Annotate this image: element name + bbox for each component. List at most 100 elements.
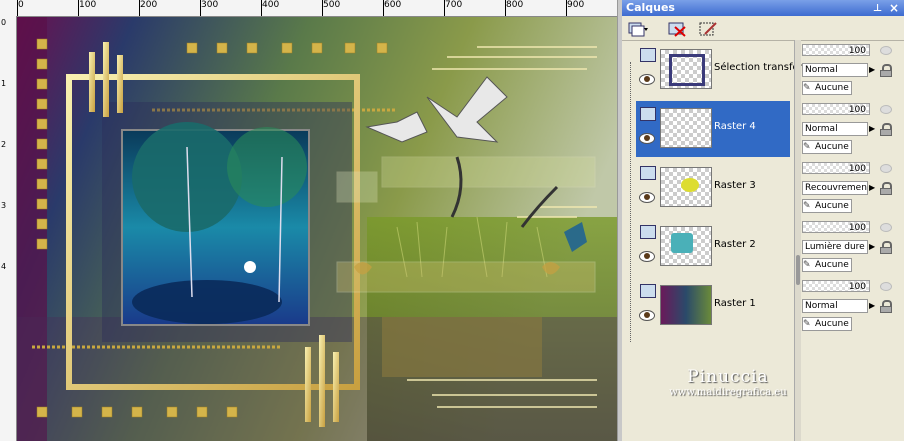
- panel-title: Calques: [626, 1, 675, 14]
- ruler-top: 0 100 200 300 400 500 600 700 800 900: [0, 0, 617, 17]
- layer-type-icon: [640, 166, 656, 180]
- opacity-field[interactable]: 100: [802, 162, 870, 174]
- ruler-label: 700: [445, 0, 463, 10]
- opacity-field[interactable]: 100: [802, 103, 870, 115]
- opacity-field[interactable]: 100: [802, 280, 870, 292]
- ruler-label: 500: [323, 0, 341, 10]
- eye-icon[interactable]: [639, 192, 655, 203]
- layer-type-icon: [640, 48, 656, 62]
- mask-icon: ✎: [803, 319, 811, 329]
- ruler-tick: [505, 0, 506, 16]
- ruler-label: 0: [18, 0, 24, 10]
- artwork: [17, 17, 617, 441]
- visibility-toggle-icon[interactable]: [880, 164, 892, 173]
- layer-thumbnail: [660, 49, 712, 89]
- opacity-field[interactable]: 100: [802, 44, 870, 56]
- ruler-tick: [17, 0, 18, 16]
- ruler-label: 800: [506, 0, 524, 10]
- layer-name: Raster 2: [714, 239, 756, 250]
- lock-icon[interactable]: [880, 64, 892, 77]
- eye-icon[interactable]: [639, 251, 655, 262]
- ruler-tick: [566, 0, 567, 16]
- ruler-tick: [139, 0, 140, 16]
- blend-mode-select[interactable]: Normal: [802, 122, 868, 136]
- blend-mode-select[interactable]: Normal: [802, 299, 868, 313]
- layer-row[interactable]: Sélection transform: [636, 42, 812, 98]
- new-layer-button[interactable]: [626, 19, 650, 39]
- layer-tree-line: [630, 62, 632, 342]
- ruler-label: 400: [262, 0, 280, 10]
- layer-properties: 100 Normal ▶ ✎ Aucune 100 Normal ▶ ✎ Aucun…: [800, 42, 904, 441]
- blend-mode-select[interactable]: Recouvrement: [802, 181, 868, 195]
- eye-icon[interactable]: [639, 133, 655, 144]
- layer-type-icon: [640, 225, 656, 239]
- lock-icon[interactable]: [880, 123, 892, 136]
- layer-row[interactable]: Raster 3: [636, 160, 790, 216]
- panel-title-bar[interactable]: Calques ⊥ ×: [622, 0, 904, 16]
- layer-props-row: 100 Recouvrement ▶ ✎ Aucune: [800, 160, 904, 216]
- eye-icon[interactable]: [639, 310, 655, 321]
- ruler-label: 4: [1, 262, 7, 271]
- mask-label: Aucune: [815, 83, 849, 93]
- mask-field[interactable]: ✎ Aucune: [802, 81, 852, 95]
- blend-mode-select[interactable]: Lumière dure: [802, 240, 868, 254]
- ruler-tick: [444, 0, 445, 16]
- mask-icon: ✎: [803, 260, 811, 270]
- visibility-toggle-icon[interactable]: [880, 105, 892, 114]
- mask-field[interactable]: ✎ Aucune: [802, 317, 852, 331]
- delete-layer-button[interactable]: [666, 19, 690, 39]
- ruler-label: 0: [1, 18, 7, 27]
- mask-field[interactable]: ✎ Aucune: [802, 140, 852, 154]
- layer-row[interactable]: Raster 4: [636, 101, 790, 157]
- pin-icon[interactable]: ⊥: [873, 1, 882, 17]
- blend-mode-select[interactable]: Normal: [802, 63, 868, 77]
- ruler-label: 200: [140, 0, 158, 10]
- layer-props-row: 100 Normal ▶ ✎ Aucune: [800, 278, 904, 334]
- visibility-toggle-icon[interactable]: [880, 46, 892, 55]
- mask-field[interactable]: ✎ Aucune: [802, 199, 852, 213]
- layer-type-icon: [640, 284, 656, 298]
- mask-field[interactable]: ✎ Aucune: [802, 258, 852, 272]
- ruler-tick: [261, 0, 262, 16]
- layer-name: Raster 1: [714, 298, 756, 309]
- new-layer-icon: [628, 22, 648, 37]
- layer-props-row: 100 Lumière dure ▶ ✎ Aucune: [800, 219, 904, 275]
- watermark-name: Pinuccia: [687, 367, 769, 387]
- watermark: Pinuccia www.maidiregrafica.eu: [648, 367, 808, 398]
- mask-icon: ✎: [803, 201, 811, 211]
- watermark-url: www.maidiregrafica.eu: [669, 387, 787, 398]
- lock-icon[interactable]: [880, 182, 892, 195]
- close-icon[interactable]: ×: [889, 0, 899, 16]
- lock-icon[interactable]: [880, 241, 892, 254]
- edit-mask-icon: [699, 22, 717, 36]
- edit-mask-button[interactable]: [696, 19, 720, 39]
- lock-icon[interactable]: [880, 300, 892, 313]
- layers-toolbar: [622, 16, 904, 41]
- chevron-right-icon[interactable]: ▶: [869, 123, 877, 135]
- ruler-label: 2: [1, 140, 7, 149]
- layer-thumbnail: [660, 167, 712, 207]
- layer-props-row: 100 Normal ▶ ✎ Aucune: [800, 42, 904, 98]
- layer-name: Raster 3: [714, 180, 756, 191]
- delete-layer-icon: [668, 22, 686, 37]
- chevron-right-icon[interactable]: ▶: [869, 241, 877, 253]
- eye-icon[interactable]: [639, 74, 655, 85]
- visibility-toggle-icon[interactable]: [880, 223, 892, 232]
- chevron-right-icon[interactable]: ▶: [869, 300, 877, 312]
- opacity-field[interactable]: 100: [802, 221, 870, 233]
- ruler-left: 0 1 2 3 4: [0, 16, 17, 441]
- image-canvas[interactable]: [17, 17, 617, 441]
- chevron-right-icon[interactable]: ▶: [869, 64, 877, 76]
- visibility-toggle-icon[interactable]: [880, 282, 892, 291]
- layer-name: Raster 4: [714, 121, 756, 132]
- mask-label: Aucune: [815, 201, 849, 211]
- chevron-right-icon[interactable]: ▶: [869, 182, 877, 194]
- ruler-label: 100: [79, 0, 97, 10]
- layer-row[interactable]: Raster 2: [636, 219, 790, 275]
- layer-props-row: 100 Normal ▶ ✎ Aucune: [800, 101, 904, 157]
- ruler-label: 3: [1, 201, 7, 210]
- ruler-tick: [78, 0, 79, 16]
- layer-row[interactable]: Raster 1: [636, 278, 790, 334]
- ruler-tick: [200, 0, 201, 16]
- mask-label: Aucune: [815, 319, 849, 329]
